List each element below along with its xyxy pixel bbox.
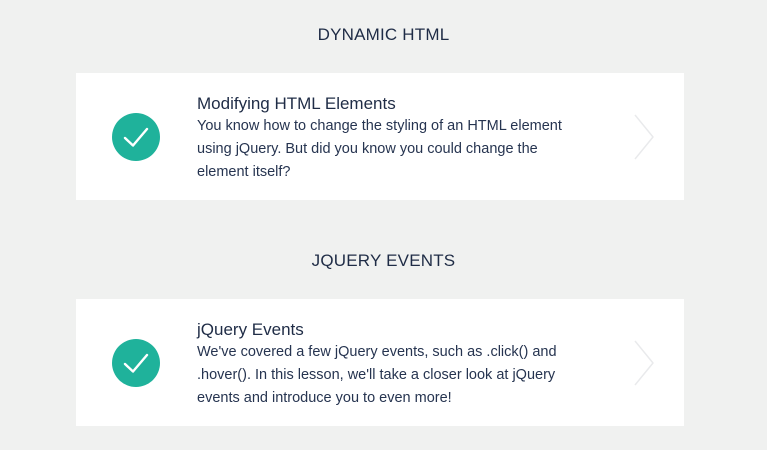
checkmark-icon [112, 113, 160, 161]
lesson-description-line: You know how to change the styling of an… [197, 118, 562, 134]
lesson-description-line: events and introduce you to even more! [197, 390, 452, 406]
lesson-description-line: We've covered a few jQuery events, such … [197, 344, 557, 360]
section-title-dynamic-html: DYNAMIC HTML [317, 25, 450, 44]
lesson-text: jQuery Events We've covered a few jQuery… [197, 319, 617, 410]
lesson-description-line: .hover(). In this lesson, we'll take a c… [197, 367, 556, 383]
lesson-card-modifying-html-elements[interactable]: Modifying HTML Elements You know how to … [76, 73, 684, 200]
lesson-card-jquery-events[interactable]: jQuery Events We've covered a few jQuery… [76, 299, 684, 426]
section-title-jquery-events: JQUERY EVENTS [311, 251, 456, 270]
checkmark-icon [112, 339, 160, 387]
lesson-title: Modifying HTML Elements [197, 94, 396, 113]
lesson-title: jQuery Events [197, 320, 304, 339]
lesson-text: Modifying HTML Elements You know how to … [197, 93, 617, 184]
lesson-description-line: element itself? [197, 164, 291, 180]
lesson-description-line: using jQuery. But did you know you could… [197, 141, 538, 157]
chevron-right-icon[interactable] [633, 340, 655, 386]
chevron-right-icon[interactable] [633, 114, 655, 160]
